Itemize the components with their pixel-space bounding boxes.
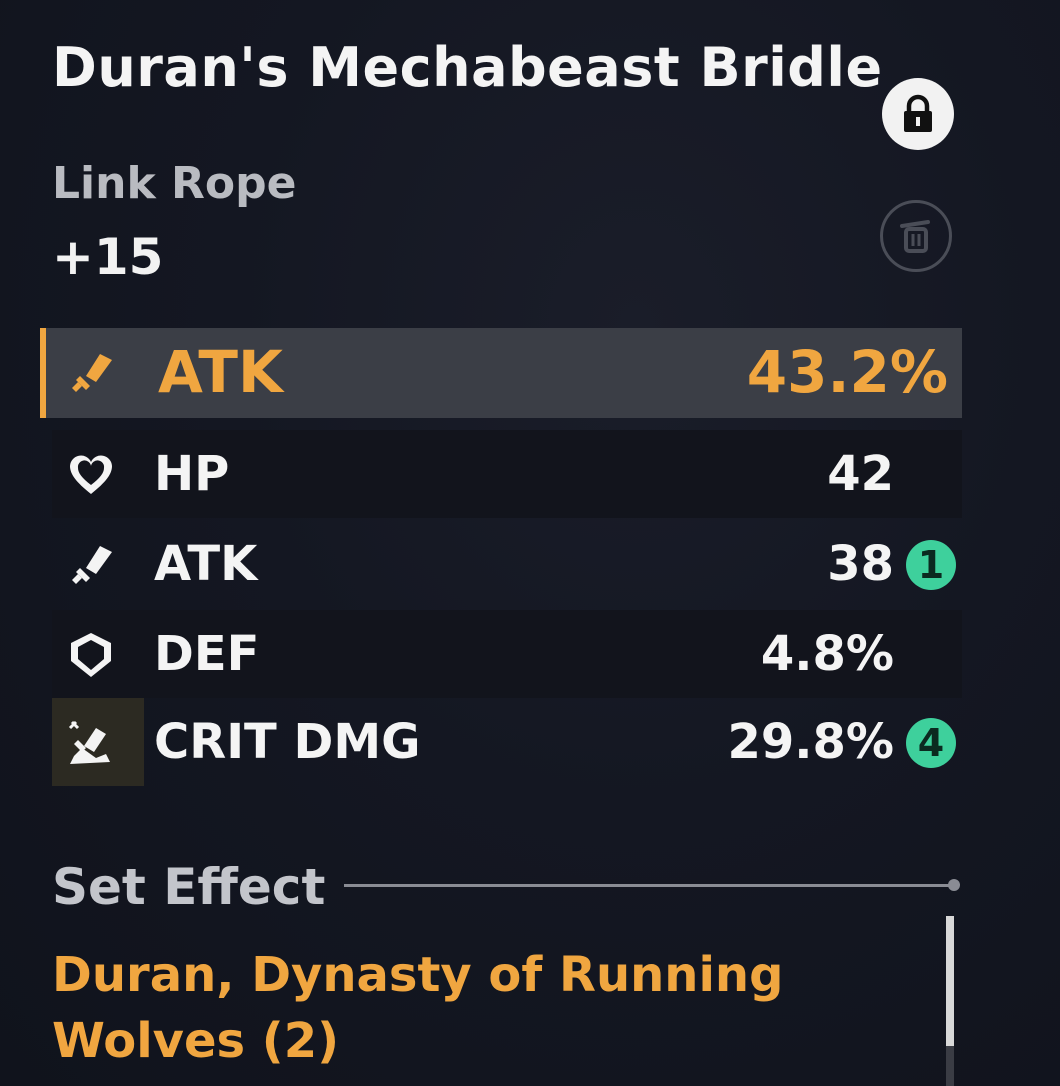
sub-stat-row: ATK 38 1 (52, 520, 962, 608)
shield-icon (71, 633, 111, 677)
sub-stat-name: DEF (154, 626, 260, 682)
main-stat-value: 43.2% (746, 338, 948, 406)
sub-stat-value: 42 (827, 446, 894, 502)
discard-button[interactable] (880, 200, 952, 272)
divider-dot (948, 879, 960, 891)
sub-stat-value: 29.8% (727, 714, 894, 770)
sub-stat-name: CRIT DMG (154, 714, 421, 770)
divider (344, 884, 952, 887)
sub-stat-row: DEF 4.8% (52, 610, 962, 698)
crit-dmg-icon (68, 720, 110, 764)
highlight-bar (40, 328, 46, 418)
scrollbar-track[interactable] (946, 1046, 954, 1086)
sword-icon (72, 354, 112, 392)
trash-icon (900, 220, 930, 253)
scrollbar-thumb[interactable] (946, 916, 954, 1046)
item-level: +15 (52, 228, 164, 286)
item-type: Link Rope (52, 158, 297, 209)
sub-stat-name: ATK (154, 536, 258, 592)
set-effect-label: Set Effect (52, 858, 326, 916)
sub-stat-name: HP (154, 446, 230, 502)
upgrade-count-badge: 4 (906, 718, 956, 768)
lock-icon (904, 94, 932, 132)
heart-icon (70, 455, 112, 494)
set-effect-name: Duran, Dynasty of Running Wolves (2) (52, 947, 784, 1069)
sword-icon (72, 546, 112, 584)
sub-stat-row: HP 42 (52, 430, 962, 518)
sub-stat-value: 4.8% (760, 626, 894, 682)
main-stat-row: ATK 43.2% (40, 328, 962, 418)
sub-stat-value: 38 (827, 536, 894, 592)
lock-button[interactable] (882, 78, 954, 150)
upgrade-count-badge: 1 (906, 540, 956, 590)
item-title: Duran's Mechabeast Bridle (52, 36, 883, 99)
sub-stat-row: CRIT DMG 29.8% 4 (52, 698, 962, 786)
main-stat-name: ATK (158, 338, 283, 406)
